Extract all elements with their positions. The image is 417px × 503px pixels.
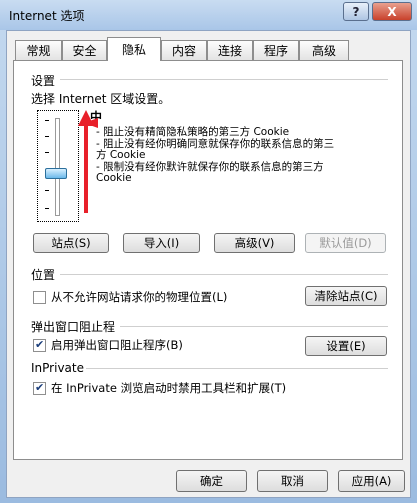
- settings-divider: [60, 79, 388, 80]
- settings-section-title: 设置: [31, 74, 56, 88]
- slider-tick: [45, 120, 49, 121]
- annotation-arrow-shaft: [84, 125, 88, 213]
- inprivate-checkbox[interactable]: [33, 381, 46, 395]
- clear-sites-button[interactable]: 清除站点(C): [305, 286, 387, 306]
- import-button[interactable]: 导入(I): [123, 233, 200, 253]
- privacy-level-description: - 阻止没有精简隐私策略的第三方 Cookie - 阻止没有经你明确同意就保存你…: [96, 126, 335, 185]
- advanced-button[interactable]: 高级(V): [214, 233, 295, 253]
- inprivate-section-title: InPrivate: [31, 361, 84, 375]
- slider-tick: [45, 152, 49, 153]
- privacy-slider-thumb[interactable]: [45, 168, 67, 179]
- inprivate-checkbox-label[interactable]: 在 InPrivate 浏览启动时禁用工具栏和扩展(T): [51, 380, 286, 396]
- ok-button[interactable]: 确定: [176, 470, 247, 492]
- cancel-button[interactable]: 取消: [257, 470, 328, 492]
- location-section-title: 位置: [31, 268, 56, 282]
- inprivate-divider: [86, 368, 388, 369]
- location-checkbox[interactable]: [33, 291, 46, 304]
- slider-tick: [45, 208, 49, 209]
- popup-settings-button[interactable]: 设置(E): [305, 336, 387, 356]
- settings-instruction: 选择 Internet 区域设置。: [31, 92, 171, 106]
- location-divider: [60, 274, 388, 275]
- popup-divider: [120, 326, 388, 327]
- annotation-arrow-left-icon: [84, 118, 98, 128]
- location-checkbox-label[interactable]: 从不允许网站请求你的物理位置(L): [51, 289, 227, 305]
- popup-section-title: 弹出窗口阻止程: [31, 320, 116, 334]
- privacy-slider-track[interactable]: [55, 118, 60, 216]
- slider-tick: [45, 190, 49, 191]
- default-button[interactable]: 默认值(D): [305, 233, 386, 253]
- apply-button[interactable]: 应用(A): [338, 470, 405, 492]
- sites-button[interactable]: 站点(S): [33, 233, 109, 253]
- slider-tick: [45, 136, 49, 137]
- popup-blocker-checkbox[interactable]: [33, 338, 46, 352]
- popup-blocker-checkbox-label[interactable]: 启用弹出窗口阻止程序(B): [51, 337, 183, 353]
